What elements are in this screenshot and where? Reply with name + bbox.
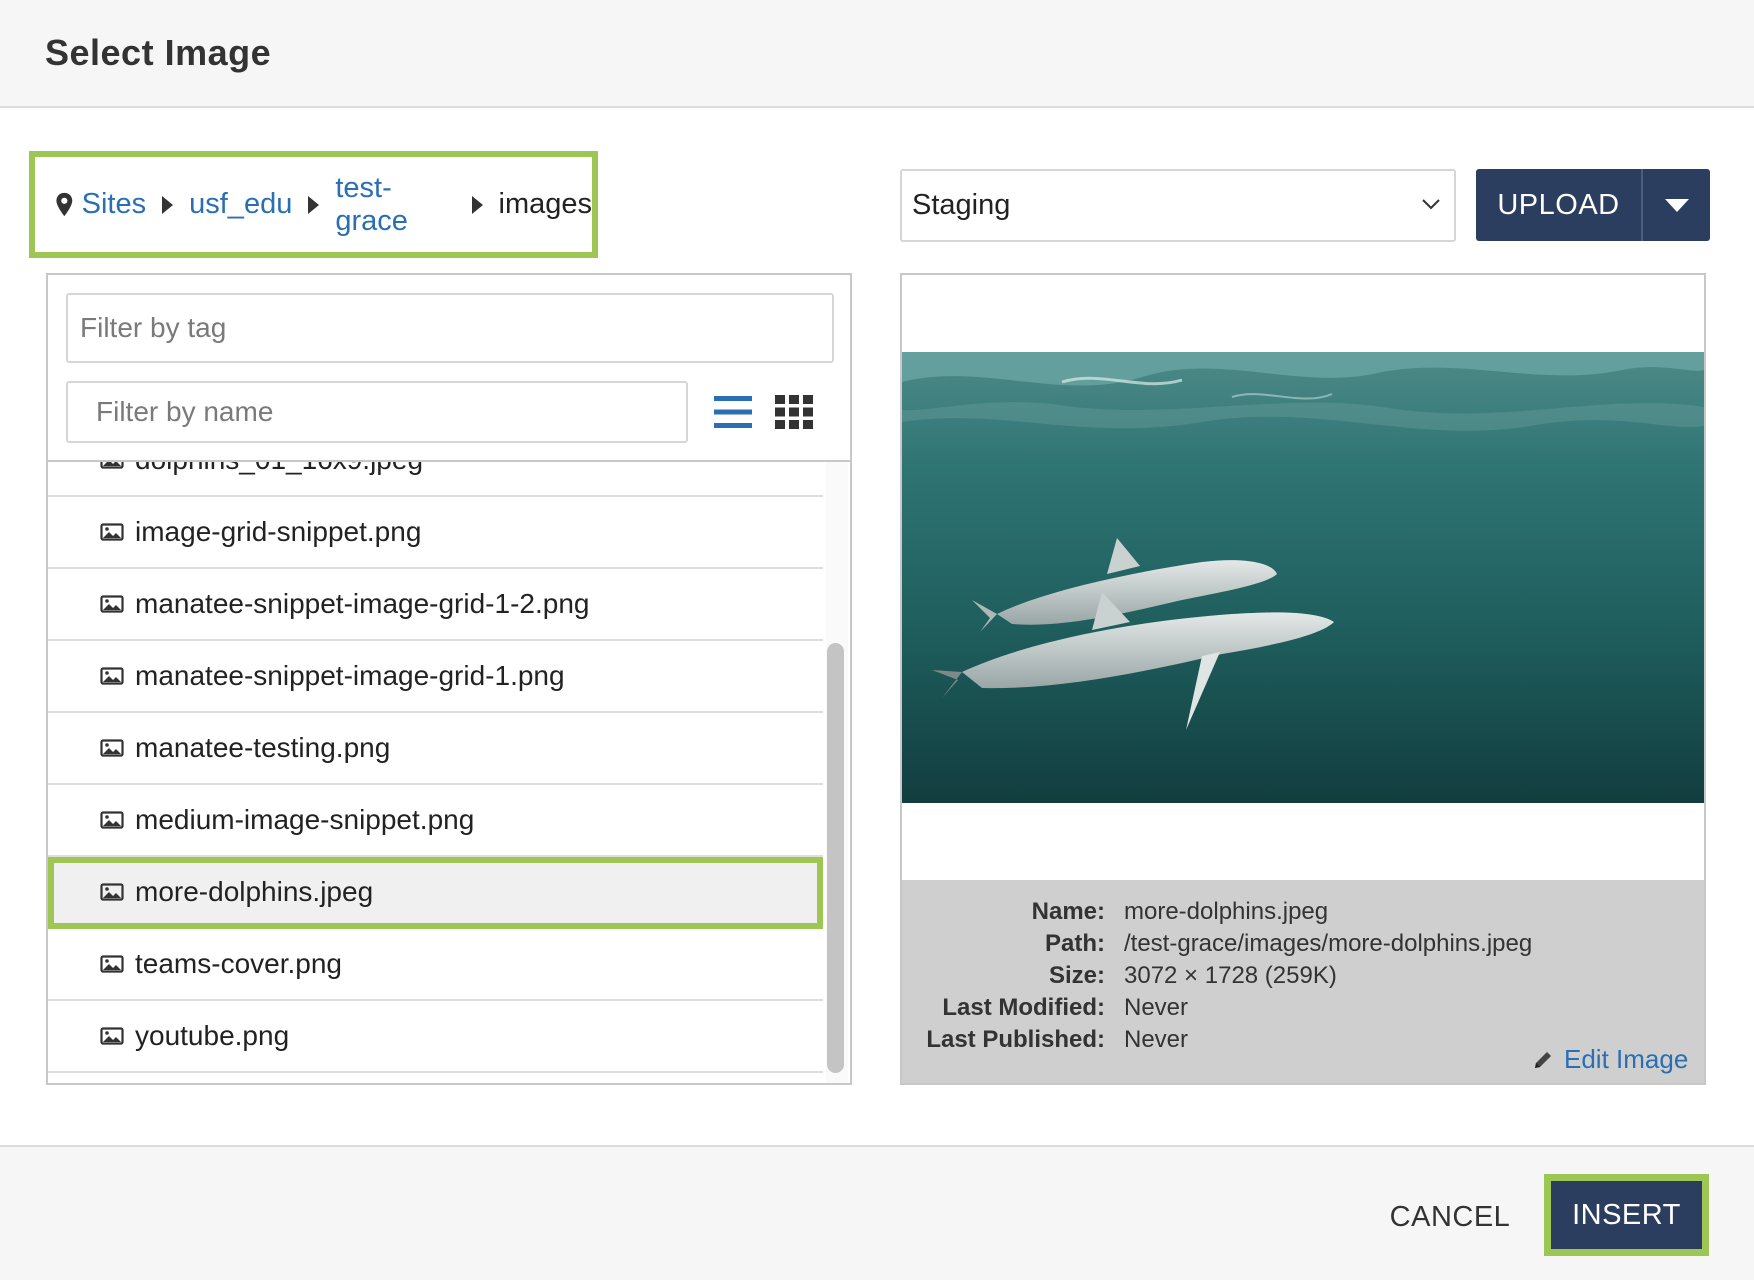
file-name: image-grid-snippet.png <box>135 516 422 547</box>
dolphins-preview-image <box>902 352 1704 803</box>
file-list-item[interactable]: manatee-snippet-image-grid-1.png <box>48 641 823 713</box>
detail-value-last-modified: Never <box>1124 994 1189 1021</box>
filter-by-tag-input[interactable] <box>66 293 834 363</box>
image-file-icon <box>100 955 124 973</box>
file-list-item[interactable]: manatee-snippet-image-grid-1-2.png <box>48 569 823 641</box>
image-file-icon <box>100 523 124 541</box>
breadcrumb-link-sites[interactable]: Sites <box>82 188 146 221</box>
dialog-title: Select Image <box>45 32 272 73</box>
breadcrumb-separator-icon <box>162 195 174 214</box>
detail-row-last-modified: Last Modified: Never <box>902 994 1704 1024</box>
detail-label: Path: <box>1045 930 1105 957</box>
file-browser-panel: dolphins_01_16x9.jpeg image-grid-snippet… <box>46 273 852 1085</box>
detail-value-path: /test-grace/images/more-dolphins.jpeg <box>1124 930 1533 957</box>
scrollbar-thumb[interactable] <box>827 643 844 1073</box>
map-pin-icon <box>56 192 73 216</box>
file-name: dolphins_01_16x9.jpeg <box>135 462 423 476</box>
file-name: more-dolphins.jpeg <box>135 876 374 907</box>
upload-dropdown-toggle[interactable] <box>1643 169 1710 241</box>
file-list-item[interactable]: teams-cover.png <box>48 929 823 1001</box>
image-file-icon <box>100 811 124 829</box>
file-name: manatee-snippet-image-grid-1.png <box>135 660 565 691</box>
dialog-footer: CANCEL INSERT <box>0 1145 1754 1280</box>
detail-row-size: Size: 3072 × 1728 (259K) <box>902 962 1704 992</box>
file-list-item[interactable]: image-grid-snippet.png <box>48 497 823 569</box>
file-list: dolphins_01_16x9.jpeg image-grid-snippet… <box>48 462 823 1083</box>
upload-button-group: UPLOAD <box>1476 169 1710 241</box>
breadcrumb: Sites usf_edu test-grace images <box>29 151 598 258</box>
list-view-icon[interactable] <box>714 395 752 429</box>
environment-selected-value: Staging <box>912 189 1011 221</box>
image-details: Name: more-dolphins.jpeg Path: /test-gra… <box>902 880 1704 1083</box>
breadcrumb-link-test-grace[interactable]: test-grace <box>335 172 455 238</box>
file-list-item[interactable]: youtube.png <box>48 1001 823 1073</box>
detail-row-name: Name: more-dolphins.jpeg <box>902 898 1704 928</box>
detail-label: Name: <box>1031 898 1105 925</box>
detail-label: Size: <box>1048 962 1105 989</box>
image-file-icon <box>100 1027 124 1045</box>
image-file-icon <box>100 883 124 901</box>
file-name: youtube.png <box>135 1020 290 1051</box>
detail-label: Last Published: <box>926 1026 1105 1053</box>
upload-button[interactable]: UPLOAD <box>1476 169 1641 241</box>
breadcrumb-separator-icon <box>471 195 483 214</box>
breadcrumb-separator-icon <box>308 195 320 214</box>
file-list-item[interactable]: medium-image-snippet.png <box>48 785 823 857</box>
detail-row-path: Path: /test-grace/images/more-dolphins.j… <box>902 930 1704 960</box>
detail-value-name: more-dolphins.jpeg <box>1124 898 1329 925</box>
file-list-item[interactable]: manatee-testing.png <box>48 713 823 785</box>
edit-image-label: Edit Image <box>1564 1044 1689 1074</box>
image-preview-panel: Name: more-dolphins.jpeg Path: /test-gra… <box>900 273 1706 1085</box>
detail-value-last-published: Never <box>1124 1026 1189 1053</box>
dialog-header: Select Image <box>0 0 1754 108</box>
detail-value-size: 3072 × 1728 (259K) <box>1124 962 1337 989</box>
chevron-down-icon <box>1422 199 1440 210</box>
grid-view-icon[interactable] <box>775 395 813 429</box>
image-file-icon <box>100 462 124 469</box>
file-name: teams-cover.png <box>135 948 342 979</box>
breadcrumb-current: images <box>498 188 593 220</box>
edit-image-link[interactable]: Edit Image <box>1532 1044 1688 1075</box>
breadcrumb-link-usf-edu[interactable]: usf_edu <box>189 188 292 221</box>
file-name: manatee-testing.png <box>135 732 391 763</box>
pencil-icon <box>1535 1051 1551 1068</box>
filter-by-name-input[interactable] <box>66 381 688 443</box>
cancel-button[interactable]: CANCEL <box>1380 1195 1520 1239</box>
detail-label: Last Modified: <box>942 994 1105 1021</box>
file-list-item[interactable]: dolphins_01_16x9.jpeg <box>48 462 823 497</box>
insert-button[interactable]: INSERT <box>1544 1174 1709 1256</box>
caret-down-icon <box>1664 198 1689 212</box>
file-name: medium-image-snippet.png <box>135 804 475 835</box>
environment-select[interactable]: Staging <box>900 169 1456 242</box>
image-file-icon <box>100 667 124 685</box>
file-name: manatee-snippet-image-grid-1-2.png <box>135 588 590 619</box>
image-file-icon <box>100 595 124 613</box>
file-list-item-selected[interactable]: more-dolphins.jpeg <box>48 857 823 929</box>
image-file-icon <box>100 739 124 757</box>
